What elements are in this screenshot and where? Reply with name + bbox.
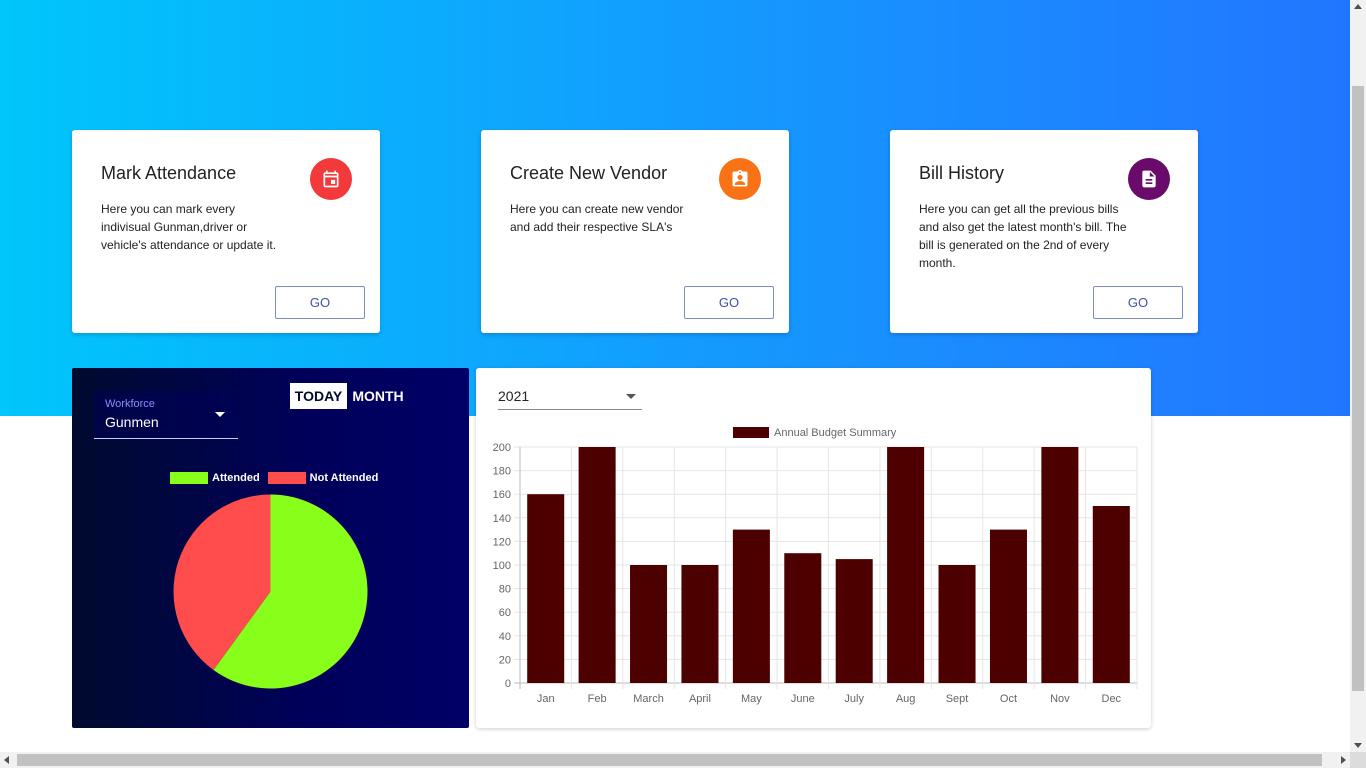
bar-jan — [527, 494, 565, 683]
mark-attendance-card: Mark Attendance Here you can mark every … — [72, 130, 380, 333]
bar-may — [732, 529, 770, 683]
bill-history-go-button[interactable]: GO — [1093, 286, 1183, 319]
card-title: Bill History — [919, 163, 1005, 183]
bar-feb — [578, 447, 616, 683]
calendar-icon — [310, 158, 352, 200]
budget-bar-chart: Annual Budget Summary 0 20 40 60 80 100 120 140 1… — [493, 427, 1138, 705]
card-title: Mark Attendance — [101, 163, 237, 183]
chevron-down-icon — [626, 394, 636, 399]
document-icon — [1128, 158, 1170, 200]
scroll-right-icon[interactable] — [1341, 756, 1346, 764]
x-tick-label: Aug — [896, 693, 916, 705]
card-description: Here you can mark every indivisual Gunma… — [101, 202, 277, 252]
workforce-select[interactable]: Workforce Gunmen — [94, 391, 238, 439]
attendance-pie-chart — [172, 493, 369, 695]
y-tick-label: 40 — [499, 631, 511, 643]
x-tick-label: Jan — [537, 693, 555, 705]
bar-dec — [1092, 506, 1130, 683]
year-select[interactable]: 2021 — [498, 382, 642, 410]
x-tick-label: March — [633, 693, 664, 705]
bar-july — [835, 559, 873, 683]
x-tick-label: Sept — [946, 693, 969, 705]
workforce-select-value: Gunmen — [105, 414, 159, 430]
legend-swatch — [733, 427, 769, 438]
vertical-scrollbar[interactable] — [1350, 0, 1366, 752]
x-tick-label: May — [741, 693, 762, 705]
card-description: Here you can create new vendor and add t… — [510, 202, 684, 234]
scroll-down-icon[interactable] — [1354, 743, 1362, 748]
contact-badge-icon — [719, 158, 761, 200]
legend-label: Attended — [212, 472, 260, 484]
y-tick-label: 140 — [493, 513, 511, 525]
bar-sept — [938, 565, 976, 683]
legend-label: Annual Budget Summary — [774, 427, 897, 439]
horizontal-scroll-thumb[interactable] — [17, 754, 1322, 766]
scroll-up-icon[interactable] — [1354, 4, 1362, 9]
y-tick-label: 100 — [493, 560, 511, 572]
x-tick-label: Feb — [588, 693, 607, 705]
legend-item-not-attended[interactable]: Not Attended — [267, 472, 379, 484]
y-tick-label: 180 — [493, 466, 511, 478]
create-vendor-card: Create New Vendor Here you can create ne… — [481, 130, 789, 333]
legend-swatch — [267, 472, 306, 484]
pie-legend: Attended Not Attended — [170, 472, 386, 484]
y-tick-label: 80 — [499, 584, 511, 596]
horizontal-scrollbar[interactable] — [0, 752, 1350, 768]
vertical-scroll-thumb[interactable] — [1352, 86, 1364, 691]
bar-march — [630, 565, 668, 683]
x-tick-label: April — [689, 693, 711, 705]
toggle-month[interactable]: MONTH — [352, 383, 404, 409]
legend-item-attended[interactable]: Attended — [170, 472, 260, 484]
bar-oct — [989, 529, 1027, 683]
bill-history-card: Bill History Here you can get all the pr… — [890, 130, 1198, 333]
scroll-left-icon[interactable] — [4, 756, 9, 764]
x-tick-label: Nov — [1050, 693, 1070, 705]
y-tick-label: 160 — [493, 489, 511, 501]
x-tick-label: Oct — [1000, 693, 1017, 705]
y-tick-label: 60 — [499, 607, 511, 619]
bar-june — [784, 553, 822, 683]
bar-april — [681, 565, 719, 683]
bar-aug — [887, 447, 925, 683]
bar-nov — [1041, 447, 1079, 683]
create-vendor-go-button[interactable]: GO — [684, 286, 774, 319]
legend-swatch — [170, 472, 208, 484]
y-tick-label: 120 — [493, 536, 511, 548]
mark-attendance-go-button[interactable]: GO — [275, 286, 365, 319]
x-tick-label: June — [791, 693, 815, 705]
toggle-today[interactable]: TODAY — [290, 383, 347, 409]
x-tick-label: Dec — [1102, 693, 1122, 705]
x-tick-label: July — [844, 693, 864, 705]
card-description: Here you can get all the previous bills … — [919, 202, 1127, 270]
budget-chart-panel: 2021 Annual Budget Summary 0 20 40 60 80 100 12… — [476, 368, 1151, 728]
chevron-down-icon — [215, 412, 225, 417]
y-tick-label: 0 — [505, 678, 511, 690]
workforce-select-label: Workforce — [105, 398, 155, 410]
year-select-value: 2021 — [498, 388, 530, 404]
y-tick-label: 200 — [493, 442, 511, 454]
y-tick-label: 20 — [499, 654, 511, 666]
scrollbar-corner — [1350, 752, 1366, 768]
attendance-panel: Workforce Gunmen TODAY MONTH Attended No… — [72, 368, 469, 728]
card-title: Create New Vendor — [510, 163, 668, 183]
legend-label: Not Attended — [309, 472, 379, 484]
